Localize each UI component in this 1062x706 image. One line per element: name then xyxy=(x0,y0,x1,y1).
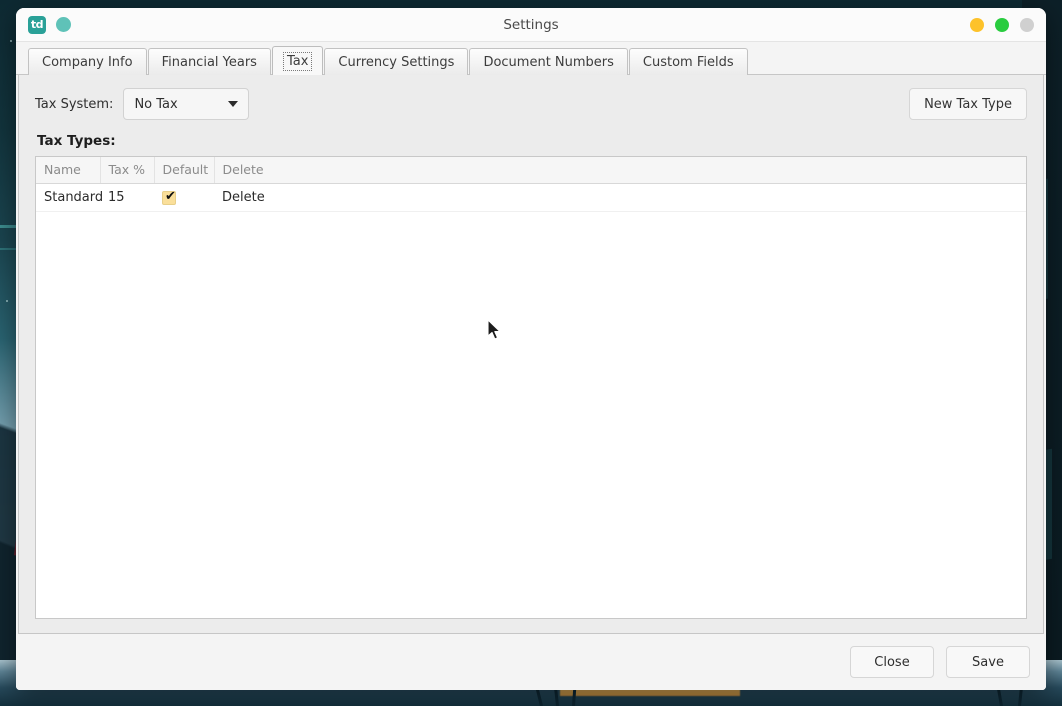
tab-company-info[interactable]: Company Info xyxy=(28,48,147,75)
tab-document-numbers[interactable]: Document Numbers xyxy=(469,48,628,75)
tax-system-label: Tax System: xyxy=(35,96,114,112)
tab-currency-settings[interactable]: Currency Settings xyxy=(324,48,469,75)
tax-types-table: Name Tax % Default Delete Standard 15 ✔ … xyxy=(36,157,1026,212)
column-header-name[interactable]: Name xyxy=(36,157,101,184)
dialog-footer: Close Save xyxy=(16,634,1046,690)
cell-delete: Delete xyxy=(214,183,1026,212)
window-titlebar[interactable]: td Settings xyxy=(16,8,1046,42)
maximize-button[interactable] xyxy=(995,17,1009,32)
window-body: Company Info Financial Years Tax Currenc… xyxy=(16,42,1046,690)
table-header: Name Tax % Default Delete xyxy=(36,157,1026,184)
tax-types-heading: Tax Types: xyxy=(37,133,116,149)
window-title: Settings xyxy=(503,16,559,33)
new-tax-type-label: New Tax Type xyxy=(924,96,1012,112)
delete-tax-type-link[interactable]: Delete xyxy=(222,190,265,205)
column-header-default[interactable]: Default xyxy=(154,157,215,184)
tab-financial-years[interactable]: Financial Years xyxy=(147,48,271,75)
settings-tabstrip: Company Info Financial Years Tax Currenc… xyxy=(16,42,1046,75)
tab-label: Currency Settings xyxy=(338,54,455,70)
chevron-down-icon xyxy=(228,101,239,107)
table-body: Standard 15 ✔ Delete xyxy=(36,183,1026,212)
tab-custom-fields[interactable]: Custom Fields xyxy=(628,48,748,75)
close-window-button[interactable] xyxy=(1020,17,1034,32)
save-button[interactable]: Save xyxy=(946,646,1030,678)
tab-label: Custom Fields xyxy=(642,54,734,70)
tax-tab-panel: Tax System: No Tax New Tax Type Tax Type… xyxy=(18,75,1044,634)
td-app-logo-icon: td xyxy=(28,15,46,34)
tax-system-selected-value: No Tax xyxy=(134,96,178,112)
table-row[interactable]: Standard 15 ✔ Delete xyxy=(36,183,1026,212)
tax-system-select[interactable]: No Tax xyxy=(123,88,250,120)
cell-tax-percent: 15 xyxy=(100,183,154,212)
table-header-row: Name Tax % Default Delete xyxy=(36,157,1026,184)
titlebar-left-group: td xyxy=(28,15,71,34)
save-button-label: Save xyxy=(972,654,1004,670)
new-tax-type-button[interactable]: New Tax Type xyxy=(909,88,1027,120)
column-header-tax-pct[interactable]: Tax % xyxy=(100,157,155,184)
tab-label: Document Numbers xyxy=(483,54,614,70)
window-controls xyxy=(970,17,1034,32)
close-button-label: Close xyxy=(874,654,910,670)
tab-label: Financial Years xyxy=(161,54,257,70)
default-checkbox-checked[interactable]: ✔ xyxy=(162,188,176,205)
tab-label: Company Info xyxy=(42,54,133,70)
tab-tax[interactable]: Tax xyxy=(271,46,324,75)
cell-default: ✔ xyxy=(154,183,214,212)
close-button[interactable]: Close xyxy=(850,646,934,678)
cell-tax-name: Standard xyxy=(36,183,103,212)
tax-types-table-panel: Name Tax % Default Delete Standard 15 ✔ … xyxy=(35,156,1027,619)
wallpaper-star xyxy=(10,40,12,42)
checkmark-icon: ✔ xyxy=(165,188,176,204)
desktop-background: td Settings Company Info Financial Years… xyxy=(0,0,1062,706)
minimize-button[interactable] xyxy=(970,17,984,32)
tax-controls-row: Tax System: No Tax New Tax Type xyxy=(35,87,1027,121)
teal-status-dot-icon xyxy=(56,17,71,32)
tab-label: Tax xyxy=(282,51,313,71)
wallpaper-star xyxy=(6,300,8,302)
settings-window: td Settings Company Info Financial Years… xyxy=(16,8,1046,690)
column-header-delete[interactable]: Delete xyxy=(214,157,1026,184)
